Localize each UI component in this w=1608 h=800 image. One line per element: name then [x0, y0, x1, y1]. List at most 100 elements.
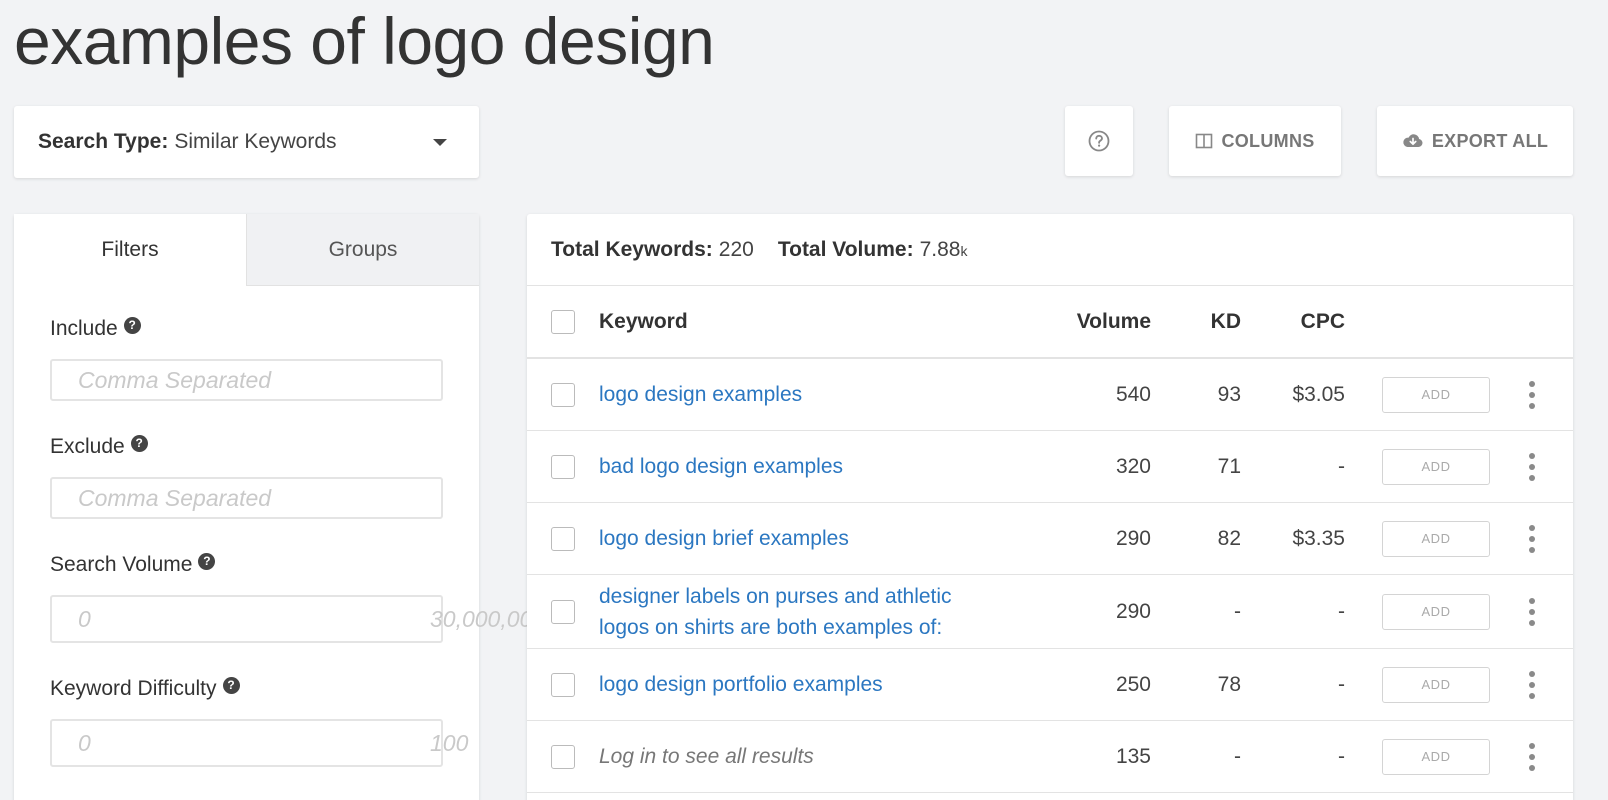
- results-panel: Total Keywords: 220 Total Volume: 7.88k …: [527, 214, 1573, 800]
- columns-button[interactable]: COLUMNS: [1169, 106, 1341, 176]
- row-checkbox[interactable]: [551, 672, 575, 697]
- search-volume-filter: Search Volume ?: [50, 551, 756, 643]
- question-circle-icon: [1088, 130, 1110, 152]
- kd-value: 71: [1217, 454, 1241, 478]
- search-type-label: Search Type:: [38, 130, 169, 153]
- volume-value: 250: [1115, 672, 1151, 696]
- filter-tabs: Filters Groups: [14, 214, 479, 286]
- cloud-download-icon: [1403, 134, 1423, 147]
- table-row: logo design examples 540 93 $3.05 ADD: [527, 359, 1573, 431]
- include-filter: Include ?: [50, 315, 443, 401]
- page-title: examples of logo design: [14, 4, 715, 78]
- exclude-label-text: Exclude: [50, 435, 125, 458]
- keyword-difficulty-filter: Keyword Difficulty ?: [50, 675, 756, 767]
- tab-groups[interactable]: Groups: [246, 214, 479, 286]
- exclude-input[interactable]: [50, 477, 443, 519]
- keyword-link[interactable]: designer labels on purses and athletic l…: [599, 581, 979, 643]
- keyword-difficulty-label-text: Keyword Difficulty: [50, 677, 217, 700]
- caret-down-icon: [433, 139, 447, 146]
- row-checkbox[interactable]: [551, 744, 575, 769]
- keyword-link[interactable]: bad logo design examples: [599, 451, 999, 482]
- volume-value: 320: [1115, 454, 1151, 478]
- more-options-icon[interactable]: [1525, 524, 1539, 553]
- search-volume-range: [50, 595, 756, 643]
- include-label-text: Include: [50, 317, 118, 340]
- volume-value: 135: [1115, 744, 1151, 768]
- kd-value: 93: [1217, 382, 1241, 406]
- help-icon[interactable]: ?: [198, 552, 216, 570]
- add-button[interactable]: ADD: [1382, 666, 1490, 703]
- keyword-link[interactable]: logo design portfolio examples: [599, 669, 999, 700]
- cpc-value: -: [1338, 599, 1345, 623]
- add-button[interactable]: ADD: [1382, 738, 1490, 775]
- keyword-difficulty-range: [50, 719, 756, 767]
- add-button[interactable]: ADD: [1382, 593, 1490, 630]
- keyword-difficulty-label: Keyword Difficulty ?: [50, 675, 443, 703]
- table-row: designer labels on purses and athletic l…: [527, 575, 1573, 649]
- more-options-icon[interactable]: [1525, 380, 1539, 409]
- kd-value: 82: [1217, 526, 1241, 550]
- tab-filters[interactable]: Filters: [14, 214, 246, 286]
- volume-value: 540: [1115, 382, 1151, 406]
- help-icon[interactable]: ?: [123, 316, 141, 334]
- search-volume-label-text: Search Volume: [50, 553, 193, 576]
- keyword-difficulty-min-input[interactable]: [52, 721, 404, 765]
- help-button[interactable]: [1065, 106, 1133, 176]
- total-volume-suffix: k: [960, 242, 968, 259]
- add-button[interactable]: ADD: [1382, 376, 1490, 413]
- search-volume-min-input[interactable]: [52, 597, 404, 641]
- cpc-value: $3.05: [1292, 382, 1345, 406]
- table-row: logo design portfolio examples 250 78 - …: [527, 649, 1573, 721]
- search-type-value: Similar Keywords: [174, 130, 337, 153]
- select-all-checkbox[interactable]: [551, 309, 575, 334]
- row-checkbox[interactable]: [551, 382, 575, 407]
- cpc-value: -: [1338, 744, 1345, 768]
- row-checkbox[interactable]: [551, 599, 575, 624]
- total-volume-value: 7.88k: [920, 238, 968, 262]
- kd-value: -: [1234, 744, 1241, 768]
- more-options-icon[interactable]: [1525, 597, 1539, 626]
- cpc-value: $3.35: [1292, 526, 1345, 550]
- filters-panel: Filters Groups Include ? Exclude ? Searc…: [14, 214, 756, 800]
- volume-value: 290: [1115, 526, 1151, 550]
- row-checkbox[interactable]: [551, 454, 575, 479]
- column-header-volume[interactable]: Volume: [1051, 310, 1151, 334]
- columns-label: COLUMNS: [1221, 130, 1315, 151]
- help-icon[interactable]: ?: [222, 676, 240, 694]
- column-header-keyword[interactable]: Keyword: [599, 310, 999, 334]
- cpc-value: -: [1338, 454, 1345, 478]
- export-all-label: EXPORT ALL: [1431, 130, 1549, 151]
- exclude-filter: Exclude ?: [50, 433, 443, 519]
- table-row: bad logo design examples 320 71 - ADD: [527, 431, 1573, 503]
- table-row: Log in to see all results 135 - - ADD: [527, 721, 1573, 793]
- kd-value: -: [1234, 599, 1241, 623]
- more-options-icon[interactable]: [1525, 742, 1539, 771]
- include-input[interactable]: [50, 359, 443, 401]
- export-all-button[interactable]: EXPORT ALL: [1377, 106, 1573, 176]
- column-header-cpc[interactable]: CPC: [1265, 310, 1345, 334]
- volume-value: 290: [1115, 599, 1151, 623]
- include-label: Include ?: [50, 315, 443, 343]
- login-prompt: Log in to see all results: [599, 745, 814, 768]
- table-row: logo design brief examples 290 82 $3.35 …: [527, 503, 1573, 575]
- total-volume-number: 7.88: [919, 237, 961, 261]
- total-keywords-label: Total Keywords:: [551, 237, 713, 261]
- add-button[interactable]: ADD: [1382, 448, 1490, 485]
- exclude-label: Exclude ?: [50, 433, 443, 461]
- keyword-link[interactable]: logo design examples: [599, 379, 999, 410]
- add-button[interactable]: ADD: [1382, 520, 1490, 557]
- row-checkbox[interactable]: [551, 526, 575, 551]
- keyword-link[interactable]: logo design brief examples: [599, 523, 999, 554]
- search-volume-label: Search Volume ?: [50, 551, 443, 579]
- columns-icon: [1196, 133, 1213, 149]
- more-options-icon[interactable]: [1525, 452, 1539, 481]
- cpc-value: -: [1338, 672, 1345, 696]
- total-volume-label: Total Volume:: [777, 237, 914, 261]
- help-icon[interactable]: ?: [130, 434, 148, 452]
- table-header: Keyword Volume KD CPC: [527, 286, 1573, 359]
- search-type-dropdown[interactable]: Search Type: Similar Keywords: [14, 106, 479, 178]
- totals-bar: Total Keywords: 220 Total Volume: 7.88k: [527, 214, 1573, 286]
- more-options-icon[interactable]: [1525, 670, 1539, 699]
- column-header-kd[interactable]: KD: [1181, 310, 1241, 334]
- total-keywords-value: 220: [718, 237, 754, 261]
